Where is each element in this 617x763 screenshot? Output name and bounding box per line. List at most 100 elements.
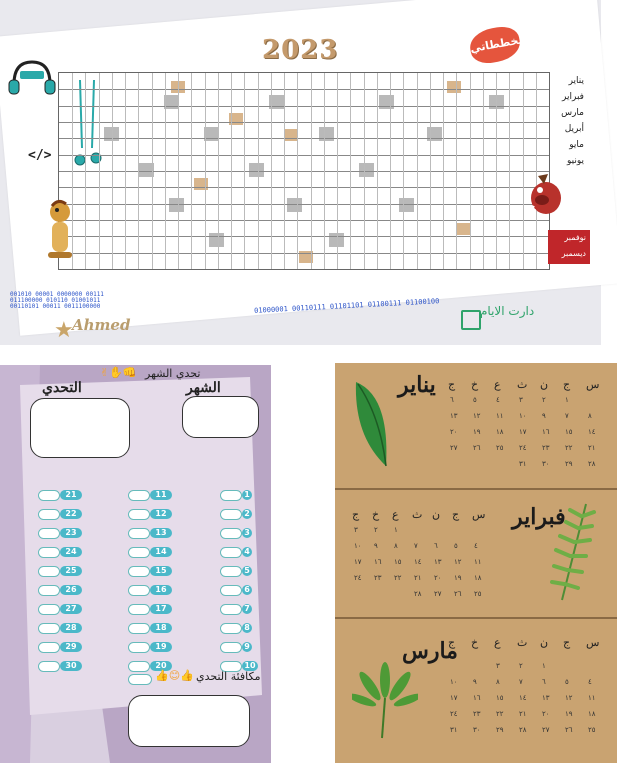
grid-col-line (469, 73, 471, 269)
thumbs-emoji-icons: 👍😊👍 (155, 669, 194, 682)
grid-col-line (204, 73, 206, 269)
month-label: يناير (568, 76, 584, 86)
grid-col-line (363, 73, 365, 269)
month-input-box[interactable] (182, 396, 259, 438)
day-checkbox[interactable]: 28 (38, 623, 82, 634)
month-name: يناير (398, 372, 436, 398)
month-divider (335, 617, 617, 619)
challenge-input-box[interactable] (30, 398, 130, 458)
dart-al-ayam-text: دارت الايام (480, 304, 535, 318)
month-label: مارس (561, 108, 584, 118)
palm-leaf-icon (352, 662, 418, 739)
grid-col-line (231, 73, 233, 269)
grid-row-line (59, 203, 549, 205)
day-checkbox[interactable]: 7 (220, 604, 256, 615)
code-icon: </> (28, 148, 52, 163)
day-checkbox[interactable]: 11 (128, 490, 172, 501)
grid-col-line (416, 73, 418, 269)
grid-col-line (376, 73, 378, 269)
day-checkbox[interactable]: 21 (38, 490, 82, 501)
day-checkbox[interactable]: 24 (38, 547, 82, 558)
february-grid: ج خ ع ث ن ج س ٣ ٢ ١ ١٠ ٩ ٨ ٧ ٦ ٥ ٤ ١٧ ١٦… (352, 508, 486, 598)
day-checkbox[interactable]: 3 (220, 528, 256, 539)
book-icon (461, 310, 481, 330)
reward-input-box[interactable] (128, 695, 250, 747)
days-column-1: 1 2 3 4 5 6 7 8 9 10 (220, 490, 260, 672)
day-checkbox[interactable]: 23 (38, 528, 82, 539)
year-grid (58, 72, 550, 270)
day-checkbox[interactable]: 19 (128, 642, 172, 653)
day-checkbox[interactable]: 17 (128, 604, 172, 615)
day-checkbox[interactable]: 13 (128, 528, 172, 539)
grid-row-line (59, 171, 549, 172)
grid-row-line (59, 252, 549, 254)
grid-col-line (323, 73, 325, 269)
grid-row-line (59, 236, 549, 238)
signature: Ahmed (72, 316, 131, 334)
year-title: 2023 (262, 35, 339, 65)
fern-leaf-icon (550, 503, 596, 601)
grid-col-line (257, 73, 259, 269)
day-checkbox[interactable]: 22 (38, 509, 82, 520)
grid-col-line (522, 73, 524, 269)
challenge-title: تحدي الشهر (145, 367, 201, 380)
reward-label: مكافئة التحدي (196, 670, 261, 683)
grid-col-line (164, 73, 166, 269)
grid-col-line (138, 73, 140, 269)
day-checkbox[interactable]: 12 (128, 509, 172, 520)
grid-col-line (125, 73, 127, 269)
january-grid: ج خ ع ث ن ج س ٦ ٥ ٤ ٣ ٢ ١ ١٣ ١٢ ١١ ١٠ ٩ … (448, 378, 600, 468)
day-checkbox[interactable]: 16 (128, 585, 172, 596)
grid-row-line (59, 122, 549, 123)
hands-emoji-icons: ✌✋👊 (100, 366, 137, 379)
meerkat-character-icon (48, 199, 72, 258)
grid-col-line (178, 73, 180, 269)
days-column-2: 11 12 13 14 15 16 17 18 19 20 (128, 490, 178, 672)
grid-row-line (59, 187, 549, 189)
day-checkbox[interactable]: 25 (38, 566, 82, 577)
day-checkbox[interactable]: 6 (220, 585, 256, 596)
day-checkbox[interactable]: 27 (38, 604, 82, 615)
binary-text-block: 001010 00001 0000000 00111 011100000 010… (10, 291, 104, 310)
month-label: أبريل (564, 124, 584, 134)
grid-col-line (191, 73, 193, 269)
grid-col-line (482, 73, 484, 269)
grid-col-line (111, 73, 113, 269)
month-label: فبراير (562, 92, 584, 102)
month-label: يونيو (566, 156, 584, 166)
day-checkbox[interactable]: 2 (220, 509, 256, 520)
banana-leaf-icon (355, 382, 387, 467)
day-checkbox[interactable]: 26 (38, 585, 82, 596)
month-divider (335, 488, 617, 490)
grid-col-line (390, 73, 392, 269)
grid-col-line (429, 73, 431, 269)
day-checkbox[interactable]: 18 (128, 623, 172, 634)
reward-checkbox[interactable] (128, 674, 152, 685)
day-checkbox[interactable]: 9 (220, 642, 256, 653)
day-checkbox[interactable]: 30 (38, 661, 82, 672)
day-checkbox[interactable]: 15 (128, 566, 172, 577)
month-label: مايو (569, 140, 584, 150)
grid-row-line (59, 138, 549, 140)
grid-col-line (509, 73, 511, 269)
march-grid: ج خ ع ث ن ج س ٣ ٢ ١ ١٠ ٩ ٨ ٧ ٦ ٥ ٤ ١٧ ١٦… (448, 636, 600, 734)
grid-col-line (151, 73, 153, 269)
day-checkbox[interactable]: 1 (220, 490, 256, 501)
day-checkbox[interactable]: 4 (220, 547, 256, 558)
month-label: ديسمبر (561, 249, 586, 258)
month-label: الشهر (186, 380, 221, 396)
challenge-label: التحدي (42, 380, 82, 396)
day-checkbox[interactable]: 8 (220, 623, 256, 634)
grid-col-line (310, 73, 312, 269)
grid-col-line (297, 73, 299, 269)
grid-col-line (496, 73, 498, 269)
day-checkbox[interactable]: 14 (128, 547, 172, 558)
day-checkbox[interactable]: 5 (220, 566, 256, 577)
grid-row-line (59, 105, 549, 107)
grid-col-line (403, 73, 405, 269)
grid-col-line (270, 73, 272, 269)
red-month-block: نوفمبر ديسمبر (548, 230, 590, 264)
grid-row-line (59, 89, 549, 91)
day-checkbox[interactable]: 29 (38, 642, 82, 653)
grid-col-line (244, 73, 246, 269)
